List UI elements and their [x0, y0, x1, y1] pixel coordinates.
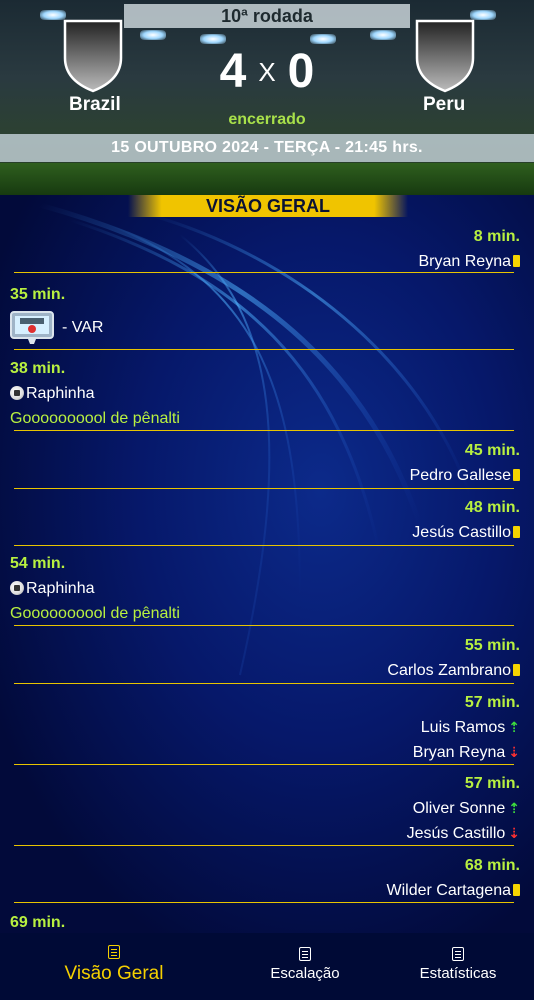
pitch [0, 163, 534, 195]
away-score: 0 [287, 45, 315, 98]
sub-in-icon: ⇡ [508, 800, 520, 816]
event-divider [14, 764, 514, 765]
yellow-card-icon [513, 469, 520, 481]
yellow-card-icon [513, 255, 520, 267]
yellow-card-icon [513, 884, 520, 896]
event-divider [14, 430, 514, 431]
event-player: Wilder Cartagena [387, 882, 520, 900]
event-time: 55 min. [464, 637, 520, 654]
sub-out-icon: ⇣ [508, 825, 520, 841]
events-panel[interactable]: VISÃO GERAL 8 min. Bryan Reyna 35 min. -… [0, 195, 534, 933]
nav-tab-label: Visão Geral [64, 963, 164, 984]
scoreboard: 4X0 [0, 44, 534, 100]
var-monitor-icon [10, 311, 54, 344]
match-date: 15 OUTUBRO 2024 - TERÇA - 21:45 hrs. [0, 134, 534, 162]
event-time: 57 min. [464, 694, 520, 711]
event-player-out: Jesús Castillo ⇣ [406, 825, 520, 842]
document-icon [108, 945, 120, 959]
document-icon [452, 947, 464, 961]
event-time: 54 min. [10, 555, 66, 572]
event-divider [14, 902, 514, 903]
event-divider [14, 845, 514, 846]
sub-in-icon: ⇡ [508, 719, 520, 735]
round-label: 10ª rodada [124, 4, 410, 28]
event-divider [14, 683, 514, 684]
nav-tab-visao-geral[interactable]: Visão Geral [50, 945, 178, 985]
score-separator: X [258, 57, 276, 87]
event-time: 45 min. [464, 442, 520, 459]
nav-tab-escalacao[interactable]: Escalação [255, 947, 355, 982]
event-player-in: Oliver Sonne ⇡ [412, 800, 520, 817]
event-time: 68 min. [464, 857, 520, 874]
var-label: - VAR [62, 319, 104, 336]
event-time: 35 min. [10, 286, 66, 303]
event-player: Bryan Reyna [419, 253, 520, 271]
yellow-card-icon [513, 664, 520, 676]
event-time: 48 min. [464, 499, 520, 516]
event-player: Jesús Castillo [412, 524, 520, 542]
event-time: 8 min. [473, 228, 520, 245]
background-swoosh [39, 202, 472, 676]
event-player: Raphinha [10, 385, 95, 403]
event-time: 57 min. [464, 775, 520, 792]
section-title-banner: VISÃO GERAL [128, 195, 408, 217]
bottom-navigation: Visão Geral Escalação Estatísticas [0, 933, 534, 1000]
soccer-ball-icon [10, 386, 24, 400]
event-player: Carlos Zambrano [387, 662, 520, 680]
event-divider [14, 545, 514, 546]
document-icon [299, 947, 311, 961]
nav-tab-label: Estatísticas [419, 965, 497, 982]
yellow-card-icon [513, 526, 520, 538]
event-divider [14, 625, 514, 626]
match-header: 10ª rodada Brazil Peru 4X0 encerrado 15 … [0, 0, 534, 195]
nav-tab-estatisticas[interactable]: Estatísticas [403, 947, 513, 982]
event-note: Goooooooool de pênalti [10, 605, 180, 622]
event-time: 38 min. [10, 360, 66, 377]
event-note: Goooooooool de pênalti [10, 410, 180, 427]
event-player: Raphinha [10, 580, 95, 598]
event-divider [14, 488, 514, 489]
section-title: VISÃO GERAL [205, 196, 330, 216]
event-player-in: Luis Ramos ⇡ [420, 719, 520, 736]
sub-out-icon: ⇣ [508, 744, 520, 760]
nav-tab-label: Escalação [270, 965, 340, 982]
match-status: encerrado [228, 111, 306, 128]
event-divider [14, 272, 514, 273]
soccer-ball-icon [10, 581, 24, 595]
event-player-out: Bryan Reyna ⇣ [412, 744, 520, 761]
event-divider [14, 349, 514, 350]
event-time: 69 min. [10, 914, 66, 931]
home-score: 4 [219, 45, 247, 98]
event-player: Pedro Gallese [410, 467, 520, 485]
